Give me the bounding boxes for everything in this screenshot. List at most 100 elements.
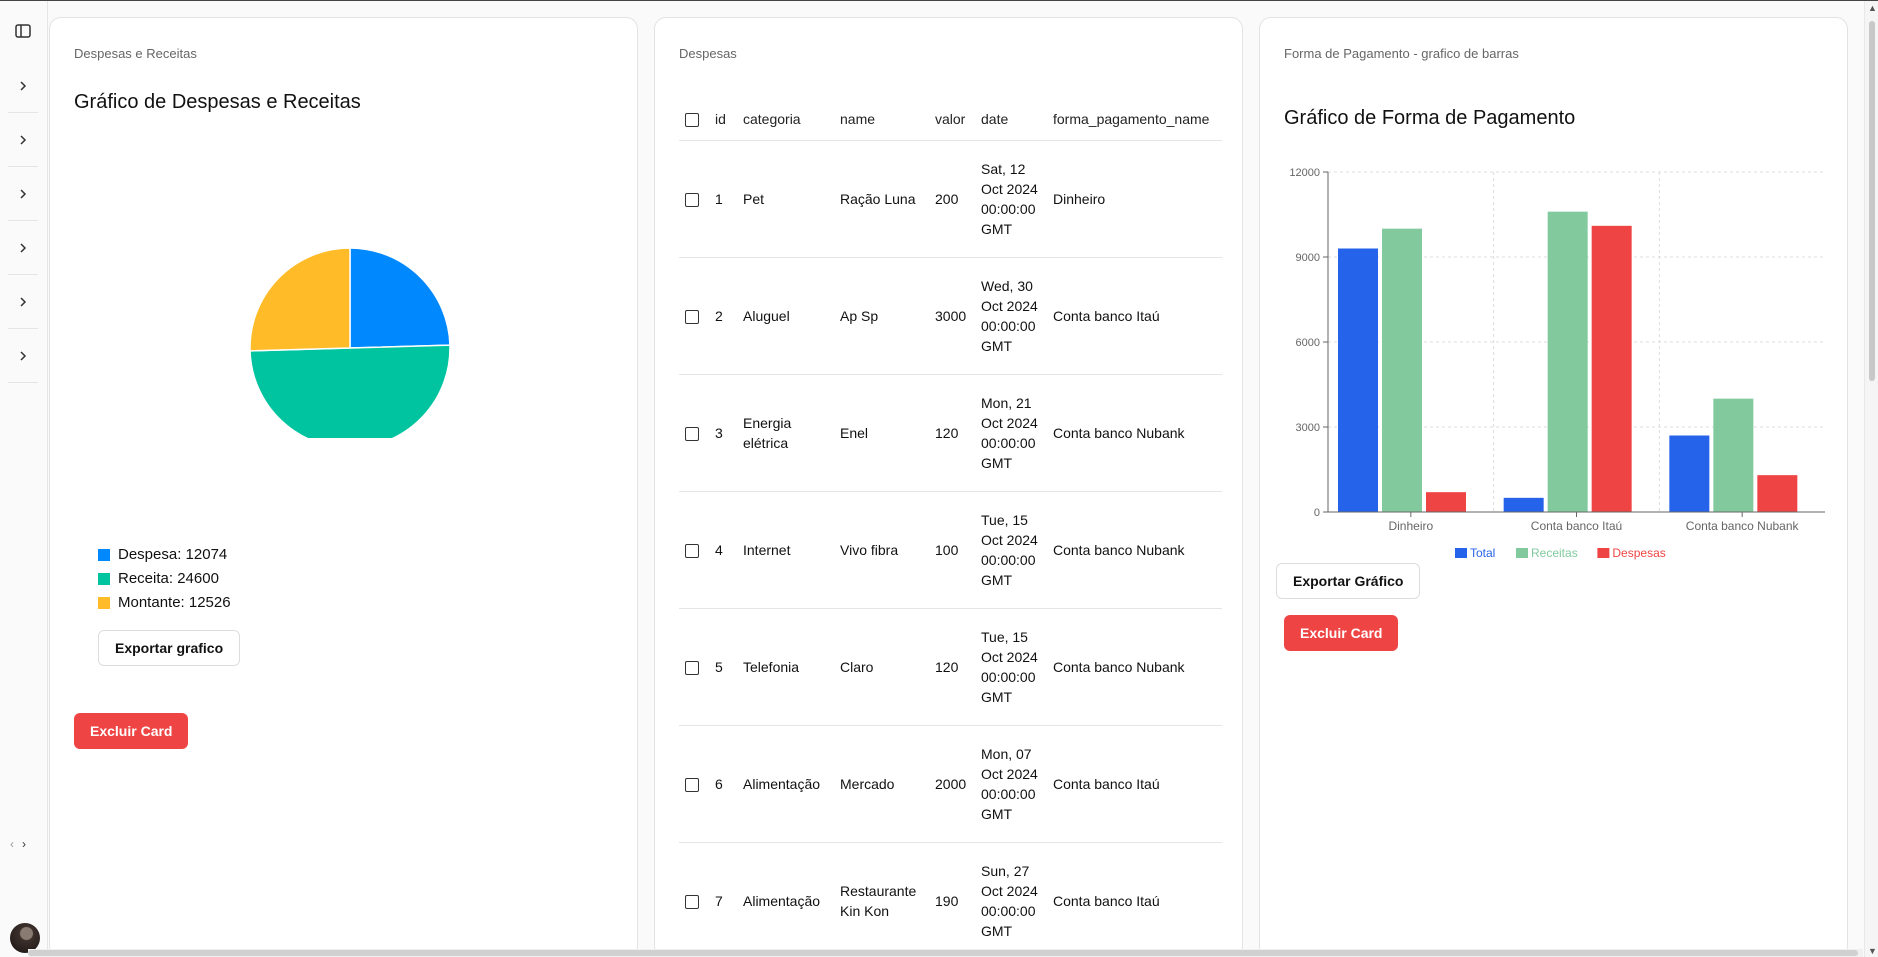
cell-date: Sun, 27 Oct 2024 00:00:00 GMT bbox=[975, 842, 1047, 957]
row-select-cell bbox=[679, 374, 709, 492]
cell-name: Restaurante Kin Kon bbox=[834, 842, 929, 957]
cell-valor: 100 bbox=[929, 491, 975, 609]
cell-categoria: Internet bbox=[737, 491, 834, 609]
row-select-cell bbox=[679, 608, 709, 726]
row-checkbox[interactable] bbox=[685, 543, 699, 558]
row-checkbox[interactable] bbox=[685, 426, 699, 441]
pie-slice-despesa[interactable] bbox=[349, 247, 451, 349]
sidebar-item-2[interactable] bbox=[8, 113, 38, 167]
bar-receitas[interactable] bbox=[1713, 398, 1754, 512]
sidebar-item-5[interactable] bbox=[8, 275, 38, 329]
bar-total[interactable] bbox=[1338, 248, 1378, 513]
legend-label: Despesas bbox=[1612, 546, 1665, 560]
pie-slice-montante[interactable] bbox=[249, 247, 351, 352]
sidebar-scroll-arrows[interactable]: ‹ › bbox=[10, 837, 26, 851]
bar-receitas[interactable] bbox=[1547, 211, 1588, 512]
y-tick-label: 9000 bbox=[1296, 252, 1320, 264]
chevron-right-icon bbox=[20, 296, 27, 307]
column-header-id: id bbox=[709, 98, 737, 141]
cell-forma_pagamento_name: Conta banco Nubank bbox=[1047, 491, 1222, 609]
export-chart-button[interactable]: Exportar Gráfico bbox=[1276, 563, 1421, 599]
horizontal-scroll-thumb[interactable] bbox=[28, 950, 1858, 956]
bar-total[interactable] bbox=[1503, 497, 1544, 512]
legend-swatch bbox=[1455, 548, 1467, 558]
bar-total[interactable] bbox=[1669, 435, 1710, 513]
row-checkbox[interactable] bbox=[685, 894, 699, 909]
cell-valor: 2000 bbox=[929, 725, 975, 843]
column-header-forma_pagamento_name: forma_pagamento_name bbox=[1047, 98, 1222, 141]
vertical-scrollbar[interactable]: ▲ ▼ bbox=[1864, 1, 1878, 957]
table-row[interactable]: 7 Alimentação Restaurante Kin Kon 190 Sun, 2… bbox=[679, 842, 1222, 957]
vertical-scroll-thumb[interactable] bbox=[1869, 21, 1875, 381]
chevron-right-icon bbox=[20, 134, 27, 145]
cell-categoria: Alimentação bbox=[737, 725, 834, 843]
cell-categoria: Energia elétrica bbox=[737, 374, 834, 492]
legend-item: Montante: 12526 bbox=[98, 591, 231, 615]
legend-swatch bbox=[98, 573, 110, 585]
sidebar: ‹ › bbox=[0, 1, 48, 957]
row-checkbox[interactable] bbox=[685, 777, 699, 792]
y-tick-label: 6000 bbox=[1296, 337, 1320, 349]
cell-date: Mon, 07 Oct 2024 00:00:00 GMT bbox=[975, 725, 1047, 843]
scroll-up-icon[interactable]: ▲ bbox=[1868, 3, 1877, 13]
cell-valor: 190 bbox=[929, 842, 975, 957]
row-checkbox[interactable] bbox=[685, 660, 699, 675]
select-all-checkbox[interactable] bbox=[685, 112, 699, 127]
bar-receitas[interactable] bbox=[1382, 228, 1422, 512]
cell-date: Sat, 12 Oct 2024 00:00:00 GMT bbox=[975, 140, 1047, 258]
table-row[interactable]: 3 Energia elétrica Enel 120 Mon, 21 Oct 2024… bbox=[679, 374, 1222, 492]
cell-id: 7 bbox=[709, 842, 737, 957]
table-row[interactable]: 1 Pet Ração Luna 200 Sat, 12 Oct 2024 00:00:… bbox=[679, 140, 1222, 258]
table-row[interactable]: 2 Aluguel Ap Sp 3000 Wed, 30 Oct 2024 00:00:… bbox=[679, 257, 1222, 375]
sidebar-item-3[interactable] bbox=[8, 167, 38, 221]
table-row[interactable]: 6 Alimentação Mercado 2000 Mon, 07 Oct 2024 … bbox=[679, 725, 1222, 843]
row-select-cell bbox=[679, 725, 709, 843]
y-tick-label: 12000 bbox=[1289, 167, 1320, 179]
legend-swatch bbox=[98, 549, 110, 561]
cell-name: Mercado bbox=[834, 725, 929, 843]
despesas-table: id categoria name valor date forma_pagamento_… bbox=[679, 98, 1222, 957]
column-header-date: date bbox=[975, 98, 1047, 141]
bar-chart: 0 3000 6000 9000 12000 Dinheiro Conta banco It… bbox=[1289, 167, 1825, 560]
sidebar-toggle-icon[interactable] bbox=[14, 22, 32, 40]
cell-categoria: Aluguel bbox=[737, 257, 834, 375]
table-row[interactable]: 4 Internet Vivo fibra 100 Tue, 15 Oct 2024 0… bbox=[679, 491, 1222, 609]
delete-card-button[interactable]: Excluir Card bbox=[74, 713, 189, 749]
cell-id: 6 bbox=[709, 725, 737, 843]
sidebar-item-4[interactable] bbox=[8, 221, 38, 275]
cell-name: Ração Luna bbox=[834, 140, 929, 258]
card-despesas-receitas: Despesas e Receitas Gráfico de Despesas … bbox=[49, 17, 638, 957]
cell-name: Ap Sp bbox=[834, 257, 929, 375]
legend-item: Despesa: 12074 bbox=[98, 543, 231, 567]
cell-forma_pagamento_name: Conta banco Itaú bbox=[1047, 725, 1222, 843]
sidebar-item-1[interactable] bbox=[8, 59, 38, 113]
card-label: Despesas bbox=[679, 46, 737, 61]
row-select-cell bbox=[679, 257, 709, 375]
cell-valor: 120 bbox=[929, 608, 975, 726]
cell-date: Tue, 15 Oct 2024 00:00:00 GMT bbox=[975, 608, 1047, 726]
bar-despesas[interactable] bbox=[1591, 225, 1632, 512]
table-row[interactable]: 5 Telefonia Claro 120 Tue, 15 Oct 2024 00:00… bbox=[679, 608, 1222, 726]
pie-slice-receita[interactable] bbox=[249, 344, 451, 438]
legend-swatch bbox=[1516, 548, 1528, 558]
row-checkbox[interactable] bbox=[685, 192, 699, 207]
scroll-down-icon[interactable]: ▼ bbox=[1868, 946, 1877, 956]
chevron-right-icon[interactable]: › bbox=[22, 837, 26, 851]
delete-card-button[interactable]: Excluir Card bbox=[1284, 615, 1399, 651]
card-label: Despesas e Receitas bbox=[74, 46, 197, 61]
table-header-row: id categoria name valor date forma_pagamento_… bbox=[679, 98, 1222, 141]
card-title: Gráfico de Despesas e Receitas bbox=[74, 91, 361, 113]
cell-categoria: Alimentação bbox=[737, 842, 834, 957]
cell-valor: 3000 bbox=[929, 257, 975, 375]
chevron-left-icon[interactable]: ‹ bbox=[10, 837, 14, 851]
chevron-right-icon bbox=[20, 350, 27, 361]
export-chart-button[interactable]: Exportar grafico bbox=[98, 630, 241, 666]
bar-despesas[interactable] bbox=[1426, 492, 1466, 512]
row-select-cell bbox=[679, 140, 709, 258]
cell-id: 4 bbox=[709, 491, 737, 609]
horizontal-scrollbar[interactable] bbox=[28, 949, 1863, 957]
sidebar-item-6[interactable] bbox=[8, 329, 38, 383]
bar-despesas[interactable] bbox=[1757, 475, 1798, 512]
row-checkbox[interactable] bbox=[685, 309, 699, 324]
cell-date: Tue, 15 Oct 2024 00:00:00 GMT bbox=[975, 491, 1047, 609]
